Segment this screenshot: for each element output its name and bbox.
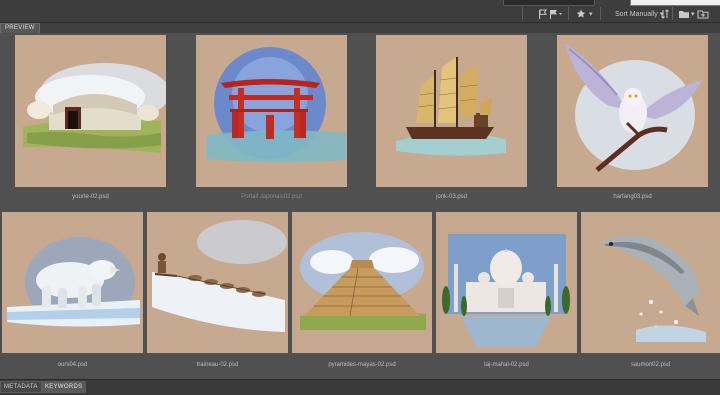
panel-tab-bar	[0, 23, 720, 33]
toolbar-divider	[600, 7, 601, 20]
toolbar-divider	[522, 7, 523, 20]
top-toolbar	[0, 0, 720, 23]
taj-mahal-illustration	[442, 234, 570, 347]
thumbnail-filename: ours04.psd	[57, 362, 88, 368]
snowy-owl-illustration	[565, 43, 702, 172]
thumbnail-filename: yourte-02.psd	[72, 194, 109, 200]
yurt-illustration	[23, 63, 166, 153]
search-input[interactable]	[630, 0, 720, 6]
thumbnail-filename: traineau-02.psd	[196, 362, 239, 368]
folder-icon[interactable]: ▾	[678, 8, 695, 20]
thumbnail-jonk[interactable]	[376, 35, 527, 187]
thumbnail-taj-mahal[interactable]	[436, 212, 577, 353]
thumbnail-filename: pyramides-mayas-02.psd	[328, 362, 396, 368]
flag-menu-icon[interactable]	[549, 8, 563, 20]
star-filter-arrow: ▾	[589, 11, 593, 18]
thumbnail-pyramides-mayas[interactable]	[292, 212, 432, 353]
sort-label: Sort Manually	[615, 10, 658, 18]
star-filter-icon[interactable]: ▾	[576, 8, 593, 20]
thumbnail-traineau[interactable]	[147, 212, 288, 353]
flag-icon[interactable]	[538, 8, 547, 20]
thumbnail-filename: harfang03.psd	[613, 194, 652, 200]
thumbnail-filename: Portail Japonais02.psd	[241, 194, 302, 200]
tab-keywords[interactable]: KEYWORDS	[41, 381, 87, 393]
sort-menu-button[interactable]: Sort Manually ▾	[615, 8, 663, 20]
bottom-panel-bar	[0, 379, 720, 395]
mayan-pyramid-illustration	[300, 232, 426, 330]
new-folder-icon[interactable]	[697, 8, 709, 20]
torii-illustration	[206, 47, 346, 163]
thumbnail-harfang[interactable]	[557, 35, 708, 187]
thumbnail-filename: taj-mahal-02.psd	[484, 362, 529, 368]
folder-arrow: ▾	[691, 11, 695, 18]
tab-metadata[interactable]: METADATA	[0, 381, 42, 393]
thumbnail-saumon[interactable]	[581, 212, 720, 353]
dog-sled-illustration	[152, 220, 287, 332]
thumbnail-filename: jonk-03.psd	[435, 194, 468, 200]
thumbnail-ours[interactable]	[2, 212, 143, 353]
toolbar-divider	[568, 7, 569, 20]
thumbnail-yourte[interactable]	[15, 35, 166, 187]
sort-direction-icon[interactable]	[661, 8, 669, 20]
polar-bear-illustration	[7, 237, 140, 327]
toolbar-divider	[672, 7, 673, 20]
salmon-illustration	[601, 235, 706, 342]
path-field[interactable]	[503, 0, 595, 6]
junk-ship-illustration	[396, 57, 506, 156]
thumbnail-filename: saumon02.psd	[630, 362, 671, 368]
thumbnail-portail-japonais[interactable]	[196, 35, 347, 187]
